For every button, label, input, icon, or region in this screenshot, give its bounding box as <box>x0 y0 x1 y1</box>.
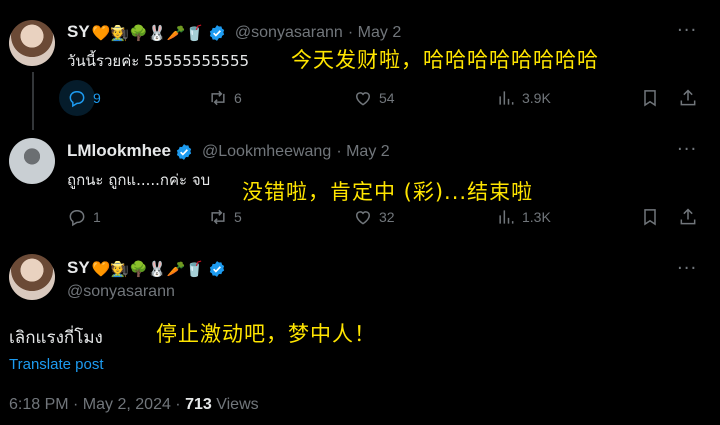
verified-badge-icon <box>209 260 224 277</box>
tweet-text: เลิกแรงกี่โมง <box>9 328 103 348</box>
share-icon[interactable] <box>678 207 698 227</box>
translate-post-link[interactable]: Translate post <box>9 356 104 373</box>
view-count: 3.9K <box>522 90 551 106</box>
handle[interactable]: @sonyasarann <box>67 283 175 301</box>
display-name[interactable]: SY <box>67 22 90 41</box>
reply-button[interactable]: 1 <box>67 207 101 227</box>
display-name[interactable]: LMlookmhee <box>67 141 171 160</box>
repost-button[interactable]: 5 <box>208 207 242 227</box>
bookmark-icon[interactable] <box>640 88 660 108</box>
reply-count: 1 <box>93 209 101 225</box>
heart-icon <box>355 92 371 106</box>
view-count: 1.3K <box>522 209 551 225</box>
handle[interactable]: @Lookmheewang <box>202 143 331 160</box>
repost-icon <box>211 209 225 225</box>
tweet-date[interactable]: May 2 <box>358 24 402 41</box>
thread-line <box>32 72 34 130</box>
name-emojis: 🧡🧑‍🌾🌳🐰🥕🥤 <box>91 259 204 278</box>
name-emojis: 🧡🧑‍🌾🌳🐰🥕🥤 <box>91 23 204 42</box>
analytics-icon <box>499 210 514 224</box>
tweet-date[interactable]: May 2 <box>346 143 390 160</box>
more-options-icon[interactable]: ··· <box>677 20 697 41</box>
tweet-text: ถูกนะ ถูกแ.....กค่ะ จบ <box>67 171 211 189</box>
like-button[interactable]: 32 <box>353 207 395 227</box>
more-options-icon[interactable]: ··· <box>677 258 697 279</box>
post-metadata: 6:18 PM · May 2, 2024 · 713 Views <box>9 396 259 414</box>
caption-overlay: 没错啦，肯定中 (彩)...结束啦 <box>242 180 534 204</box>
avatar[interactable] <box>9 138 55 184</box>
heart-icon <box>355 211 371 225</box>
repost-button[interactable]: 6 <box>208 88 242 108</box>
views-count[interactable]: 713 <box>185 396 212 413</box>
views-button[interactable]: 3.9K <box>496 88 551 108</box>
share-icon[interactable] <box>678 88 698 108</box>
tweet-text: วันนี้รวยค่ะ 55555555555 <box>67 52 250 70</box>
verified-badge-icon <box>176 143 192 160</box>
caption-overlay: 今天发财啦，哈哈哈哈哈哈哈哈 <box>291 48 599 72</box>
repost-count: 5 <box>234 209 242 225</box>
like-button[interactable]: 54 <box>353 88 395 108</box>
avatar[interactable] <box>9 20 55 66</box>
views-label: Views <box>211 396 259 413</box>
handle[interactable]: @sonyasarann <box>235 24 343 41</box>
avatar[interactable] <box>9 254 55 300</box>
display-name[interactable]: SY <box>67 258 90 277</box>
more-options-icon[interactable]: ··· <box>677 139 697 160</box>
verified-badge-icon <box>209 24 224 41</box>
like-count: 54 <box>379 90 395 106</box>
repost-icon <box>211 90 225 106</box>
tweet-header: SY 🧡🧑‍🌾🌳🐰🥕🥤 <box>67 258 226 278</box>
post-timestamp[interactable]: 6:18 PM · May 2, 2024 · <box>9 396 185 413</box>
like-count: 32 <box>379 209 395 225</box>
views-button[interactable]: 1.3K <box>496 207 551 227</box>
tweet-header: LMlookmhee @Lookmheewang · May 2 <box>67 141 390 160</box>
reply-count: 9 <box>93 90 101 106</box>
reply-icon <box>69 210 85 227</box>
reply-icon <box>69 91 85 108</box>
tweet-header: SY 🧡🧑‍🌾🌳🐰🥕🥤 @sonyasarann · May 2 <box>67 22 402 42</box>
reply-button[interactable]: 9 <box>59 80 101 116</box>
caption-overlay: 停止激动吧，梦中人！ <box>156 322 376 346</box>
analytics-icon <box>499 91 514 105</box>
repost-count: 6 <box>234 90 242 106</box>
bookmark-icon[interactable] <box>640 207 660 227</box>
